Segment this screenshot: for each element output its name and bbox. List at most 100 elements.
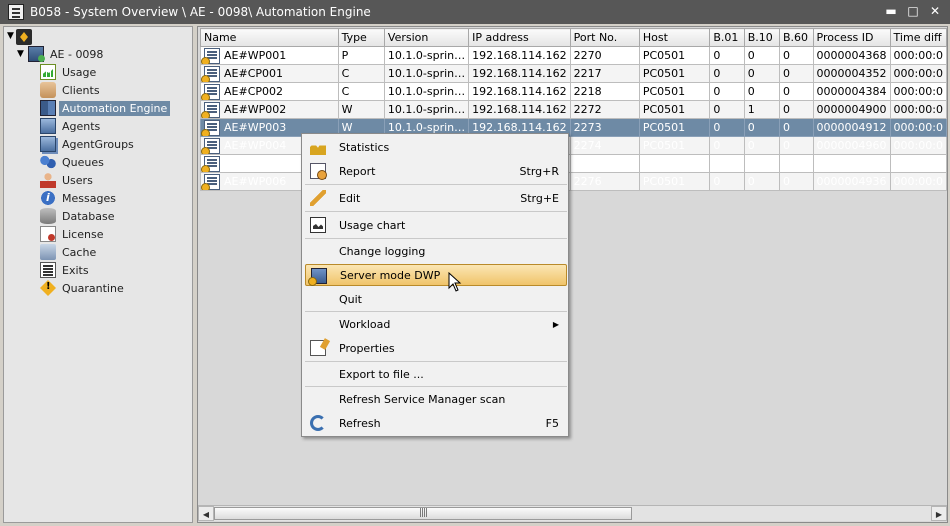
menu-item-label: Properties <box>339 341 395 355</box>
table-cell: 0 <box>709 172 745 191</box>
cell-name: AE#WP001 <box>200 46 339 65</box>
table-cell: PC0501 <box>638 64 711 83</box>
tree-item-cache[interactable]: Cache <box>40 243 99 261</box>
table-cell: 0 <box>778 172 814 191</box>
table-cell: 000:00:0 <box>889 118 947 137</box>
table-cell: 2273 <box>569 118 640 137</box>
edit-icon <box>310 190 326 206</box>
table-cell: PC0501 <box>638 154 711 173</box>
column-header[interactable]: Name <box>200 28 339 47</box>
column-header[interactable]: B.60 <box>778 28 814 47</box>
menu-item-label: Change logging <box>339 244 426 258</box>
tree-item-label: Queues <box>62 155 104 169</box>
maximize-button[interactable]: □ <box>906 3 920 19</box>
menu-item-usage-chart[interactable]: Usage chart <box>305 214 567 236</box>
menu-item-shortcut: F5 <box>545 416 559 430</box>
menu-item-workload[interactable]: Workload ▶ <box>305 313 567 335</box>
horizontal-scrollbar[interactable]: ◀ |||| ▶ <box>198 505 947 521</box>
column-header[interactable]: B.10 <box>743 28 780 47</box>
menu-separator <box>305 386 567 387</box>
tree-item-agentgroups[interactable]: AgentGroups <box>40 135 137 153</box>
column-header[interactable]: Host <box>638 28 711 47</box>
report-icon <box>310 163 327 180</box>
column-header[interactable]: B.01 <box>709 28 745 47</box>
table-cell: 0 <box>743 172 780 191</box>
menu-item-statistics[interactable]: Statistics <box>305 136 567 158</box>
tree-item-agents[interactable]: Agents <box>40 117 103 135</box>
process-name: AE#WP002 <box>224 103 287 116</box>
menu-item-refresh-sm-scan[interactable]: Refresh Service Manager scan <box>305 388 567 410</box>
table-cell: 0 <box>778 154 814 173</box>
root-expander[interactable]: ▼ <box>7 32 16 41</box>
menu-item-change-logging[interactable]: Change logging <box>305 240 567 262</box>
table-row[interactable]: AE#WP001 P 10.1.0-sprin… 192.168.114.162 227… <box>200 46 947 65</box>
table-cell: 0 <box>709 82 745 101</box>
menu-item-properties[interactable]: Properties <box>305 337 567 359</box>
refresh-icon <box>310 415 326 431</box>
column-header[interactable]: Time diff <box>889 28 947 47</box>
table-row[interactable]: AE#WP002 W 10.1.0-sprin… 192.168.114.162 227… <box>200 100 947 119</box>
scroll-left-button[interactable]: ◀ <box>198 506 214 521</box>
process-name: AE#WP001 <box>224 49 287 62</box>
menu-item-quit[interactable]: Quit <box>305 288 567 310</box>
column-header[interactable]: Port No. <box>569 28 640 47</box>
process-icon <box>201 65 220 82</box>
tree-item-queues[interactable]: Queues <box>40 153 107 171</box>
tree-item-usage[interactable]: Usage <box>40 63 99 81</box>
table-cell: PC0501 <box>638 118 711 137</box>
system-expander[interactable]: ▼ <box>17 50 26 59</box>
process-name: AE#WP005 <box>224 157 287 170</box>
tree-item-clients[interactable]: Clients <box>40 81 103 99</box>
submenu-arrow-icon: ▶ <box>552 319 559 329</box>
menu-item-refresh[interactable]: Refresh F5 <box>305 412 567 434</box>
menu-item-server-mode-dwp[interactable]: Server mode DWP <box>305 264 567 286</box>
table-cell: 0 <box>778 100 814 119</box>
tree-root[interactable] <box>16 28 35 46</box>
table-cell: 000:00:0 <box>889 82 947 101</box>
table-cell: 0 <box>709 64 745 83</box>
table-cell: 0000004936 <box>812 172 891 191</box>
tree-item-label: Usage <box>62 65 97 79</box>
app-icon <box>8 4 24 20</box>
table-cell: 000:00:0 <box>889 100 947 119</box>
menu-item-label: Refresh <box>339 416 381 430</box>
column-header[interactable]: IP address <box>468 28 571 47</box>
minimize-button[interactable]: ▬ <box>884 3 898 19</box>
table-row[interactable]: AE#CP002 C 10.1.0-sprin… 192.168.114.162 221… <box>200 82 947 101</box>
menu-item-label: Report <box>339 164 376 178</box>
process-name: AE#WP004 <box>224 139 287 152</box>
tree-item-database[interactable]: Database <box>40 207 118 225</box>
table-cell: 192.168.114.162 <box>468 64 571 83</box>
table-cell: C <box>337 64 385 83</box>
tree-item-label: Automation Engine <box>59 100 171 116</box>
table-cell: 0 <box>778 46 814 65</box>
table-cell: 000:00:0 <box>889 136 947 155</box>
menu-item-label: Quit <box>339 292 362 306</box>
tree-system-node[interactable]: AE - 0098 <box>28 45 106 63</box>
column-header[interactable]: Version <box>383 28 470 47</box>
table-cell: 000:00:0 <box>889 64 947 83</box>
column-header[interactable]: Process ID <box>812 28 891 47</box>
context-menu: Statistics Report Strg+R Edit Strg+E Usa… <box>301 133 569 437</box>
scroll-thumb[interactable]: |||| <box>214 507 632 520</box>
cache-icon <box>40 244 56 260</box>
tree-item-messages[interactable]: Messages <box>40 189 119 207</box>
table-cell: 0 <box>709 154 745 173</box>
menu-item-label: Export to file ... <box>339 367 424 381</box>
table-cell: 0 <box>778 118 814 137</box>
table-row[interactable]: AE#CP001 C 10.1.0-sprin… 192.168.114.162 221… <box>200 64 947 83</box>
tree-item-license[interactable]: License <box>40 225 106 243</box>
tree-item-quarantine[interactable]: Quarantine <box>40 279 127 297</box>
tree-item-exits[interactable]: Exits <box>40 261 92 279</box>
menu-item-edit[interactable]: Edit Strg+E <box>305 187 567 209</box>
process-icon <box>201 173 220 190</box>
column-header[interactable]: Type <box>337 28 385 47</box>
menu-item-report[interactable]: Report Strg+R <box>305 160 567 182</box>
menu-item-export[interactable]: Export to file ... <box>305 363 567 385</box>
tree-item-users[interactable]: Users <box>40 171 96 189</box>
tree-item-automation-engine[interactable]: Automation Engine <box>40 99 171 117</box>
table-cell: 0 <box>709 136 745 155</box>
close-button[interactable]: ✕ <box>928 3 942 19</box>
table-cell: PC0501 <box>638 136 711 155</box>
scroll-right-button[interactable]: ▶ <box>931 506 947 521</box>
